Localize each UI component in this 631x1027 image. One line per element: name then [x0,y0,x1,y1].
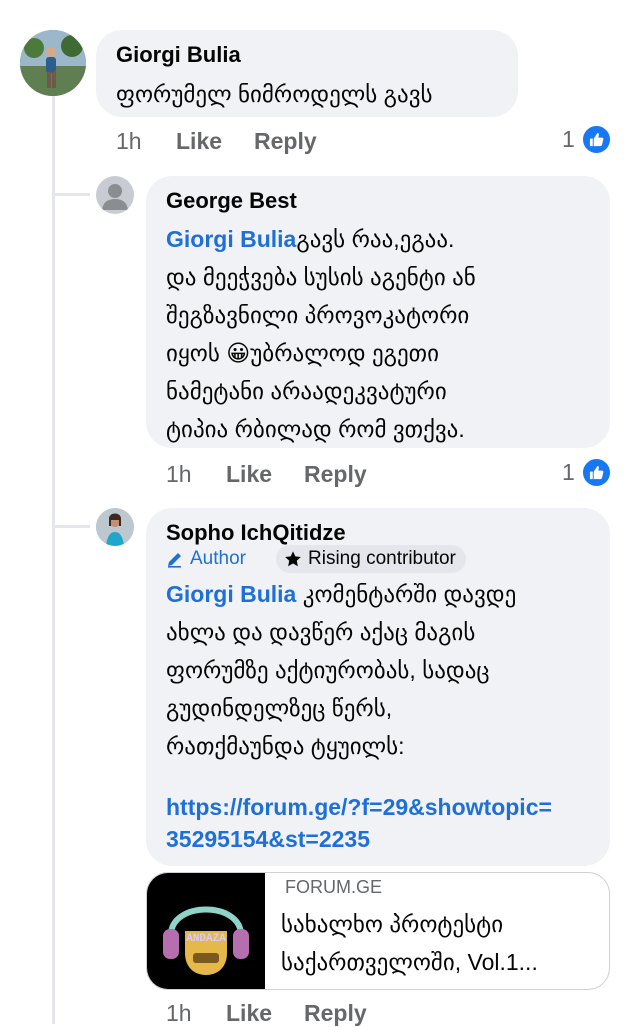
reply-button[interactable]: Reply [254,128,317,155]
url-link[interactable]: https://forum.ge/?f=29&showtopic= 352951… [166,791,596,855]
reply-label: Reply [304,1000,367,1026]
url-link-line: https://forum.ge/?f=29&showtopic= [166,794,552,820]
comment-line: იყოს 😀უბრალოდ ეგეთი [166,334,596,372]
preview-title: სახალხო პროტესტი საქართველოში, Vol.1... [281,905,538,981]
comment-author[interactable]: Giorgi Bulia [116,42,241,68]
preview-domain: FORUM.GE [285,877,382,897]
comment-text-line: იყოს [166,340,220,366]
thumbs-up-icon [580,124,612,155]
contributor-badge: Rising contributor [276,545,466,573]
comment-text: ფორუმელ ნიმროდელს გავს [116,81,433,107]
comment-time[interactable]: 1h [116,128,142,155]
thumbs-up-icon [580,457,612,488]
comment-time[interactable]: 1h [166,461,192,488]
comment-text: Giorgi Buliaგავს რაა,ეგაა. და მეეჭვება ს… [166,220,596,448]
url-link-line: 35295154&st=2235 [166,826,370,852]
like-label: Like [226,461,273,487]
reaction-summary[interactable]: 1 [562,457,612,488]
thread-branch-2 [52,525,90,528]
comment-text-line: შეგზავნილი პროვოკატორი [166,302,470,328]
comment-text-line: ნამეტანი არაადეკვატური [166,378,447,404]
comment-text: Giorgi Bulia კომენტარში დავდე ახლა და და… [166,575,596,855]
like-label: Like [226,1000,273,1026]
preview-thumbnail: ANDAZA [147,873,265,989]
reply-label: Reply [254,128,317,154]
link-preview-card[interactable]: ANDAZA FORUM.GE სახალხო პროტესტი საქართვ… [146,872,610,990]
comment-text-line: და მეეჭვება სუსის აგენტი ან [166,264,476,290]
mention-link[interactable]: Giorgi Bulia [166,226,296,252]
comment-text-line: უბრალოდ ეგეთი [250,340,439,366]
comment-line: Giorgi Bulia კომენტარში დავდე [166,575,596,613]
grinning-face-emoji: 😀 [226,340,251,366]
like-button[interactable]: Like [226,461,272,488]
comment-text-line: გუდინდელზეც წერს, [166,695,393,721]
reaction-count: 1 [562,459,575,485]
comment-text-line: ახლა და დავწერ აქაც მაგის [166,619,476,645]
comment-time[interactable]: 1h [166,1000,192,1027]
reply-label: Reply [304,461,367,487]
reply-button[interactable]: Reply [304,1000,367,1027]
star-icon [285,551,301,567]
thread-branch-1 [52,193,90,196]
comment-line: Giorgi Buliaგავს რაა,ეგაა. [166,220,596,258]
comment-text-line: რათქმაუნდა ტყუილს: [166,733,405,759]
avatar[interactable] [96,508,134,546]
headphones-mask-image: ANDAZA [163,906,249,975]
author-badge: Author [166,547,246,571]
comment-text-line: ფორუმზე აქტიურობას, სადაც [166,657,490,683]
like-button[interactable]: Like [176,128,222,155]
pencil-icon [168,553,181,568]
preview-image-text: ANDAZA [186,933,226,945]
contributor-badge-label: Rising contributor [308,548,456,569]
preview-title-line: სახალხო პროტესტი [281,911,504,937]
author-badge-label: Author [190,548,246,569]
avatar[interactable] [20,30,86,96]
photo-avatar-icon [96,508,134,546]
photo-avatar-icon [20,30,86,96]
like-label: Like [176,128,223,154]
reaction-count: 1 [562,126,575,152]
comment-text-line: კომენტარში დავდე [302,581,517,607]
mention-link[interactable]: Giorgi Bulia [166,581,296,607]
reply-button[interactable]: Reply [304,461,367,488]
reaction-summary[interactable]: 1 [562,124,612,155]
like-button[interactable]: Like [226,1000,272,1027]
comment-author[interactable]: Sopho IchQitidze [166,520,346,546]
thread-line [52,95,55,1024]
avatar[interactable] [96,176,134,214]
comment-author[interactable]: George Best [166,188,297,214]
default-user-icon [102,184,128,210]
comment-text-line: გავს რაა,ეგაა. [296,226,455,252]
comment-text-line: ტიპია რბილად რომ ვთქვა. [166,416,465,442]
preview-title-line: საქართველოში, Vol.1... [281,949,538,975]
